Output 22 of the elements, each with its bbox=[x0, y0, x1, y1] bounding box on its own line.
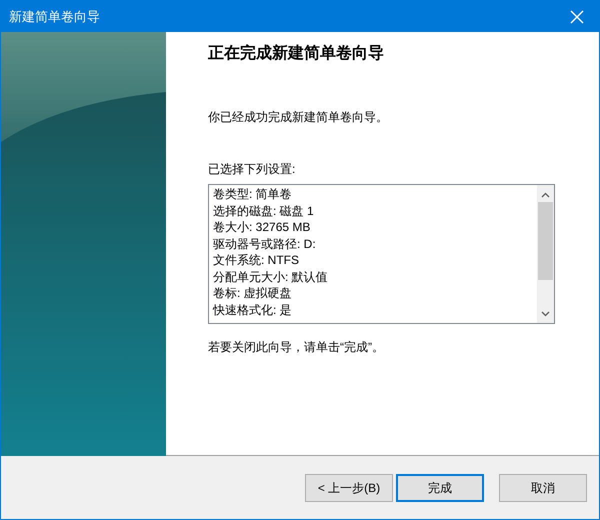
wizard-button[interactable]: 取消 bbox=[499, 474, 587, 502]
settings-item: 选择的磁盘: 磁盘 1 bbox=[213, 202, 315, 219]
intro-text: 你已经成功完成新建简单卷向导。 bbox=[208, 109, 389, 126]
wizard-button[interactable]: 完成 bbox=[396, 474, 484, 502]
settings-item: 卷类型: 简单卷 bbox=[213, 186, 293, 202]
window-title: 新建简单卷向导 bbox=[9, 8, 100, 26]
settings-list[interactable]: 卷类型: 简单卷 选择的磁盘: 磁盘 1 卷大小: 32765 MB 驱动器号或路径: D: 文件系统: NTFS 分配单元大小: 默认值 卷标: 虚拟硬盘 快速格式化: 是 bbox=[208, 184, 555, 324]
settings-item: 分配单元大小: 默认值 bbox=[213, 268, 329, 285]
close-icon bbox=[570, 10, 584, 24]
scrollbar-thumb[interactable] bbox=[538, 202, 553, 280]
settings-item: 文件系统: NTFS bbox=[213, 252, 300, 268]
page-heading: 正在完成新建简单卷向导 bbox=[208, 43, 385, 64]
scrollbar[interactable] bbox=[537, 185, 554, 323]
settings-item: 卷标: 虚拟硬盘 bbox=[213, 285, 293, 302]
wizard-button[interactable]: < 上一步(B) bbox=[305, 474, 393, 502]
settings-item: 快速格式化: 是 bbox=[213, 302, 293, 318]
settings-item: 卷大小: 32765 MB bbox=[213, 219, 312, 236]
scroll-up-icon bbox=[541, 192, 550, 198]
settings-label: 已选择下列设置: bbox=[208, 161, 296, 178]
settings-item: 驱动器号或路径: D: bbox=[213, 236, 317, 252]
closing-note: 若要关闭此向导，请单击“完成”。 bbox=[208, 339, 385, 356]
scroll-down-icon bbox=[541, 311, 550, 317]
